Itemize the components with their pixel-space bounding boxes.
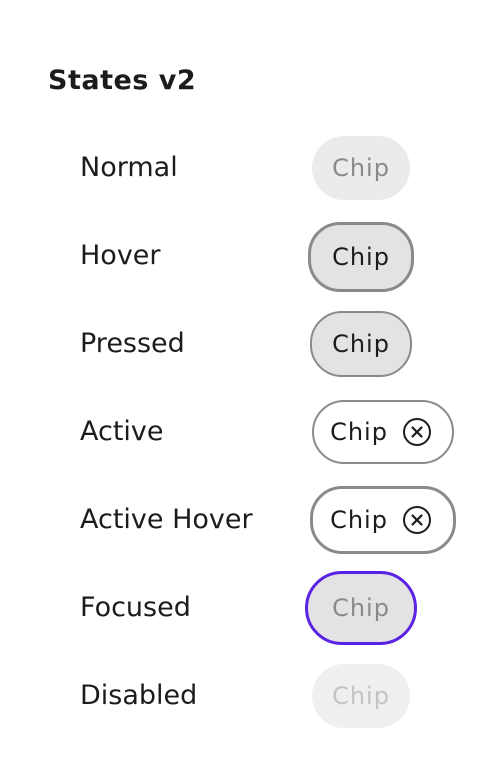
chip-label: Chip	[330, 418, 388, 446]
state-row-active: Active Chip	[0, 399, 502, 465]
state-label: Active	[80, 416, 164, 447]
chip-label: Chip	[332, 330, 390, 358]
state-label: Normal	[80, 152, 178, 183]
state-label: Active Hover	[80, 504, 253, 535]
chip-disabled: Chip	[312, 664, 410, 728]
chip-label: Chip	[332, 243, 390, 271]
close-circle-icon[interactable]	[402, 505, 432, 535]
chip-label: Chip	[332, 154, 390, 182]
chip-focused[interactable]: Chip	[305, 571, 417, 645]
close-circle-icon[interactable]	[402, 417, 432, 447]
state-label: Pressed	[80, 328, 185, 359]
state-row-normal: Normal Chip	[0, 135, 502, 201]
chip-normal[interactable]: Chip	[312, 136, 410, 200]
state-row-disabled: Disabled Chip	[0, 663, 502, 729]
state-label: Disabled	[80, 680, 198, 711]
state-row-active-hover: Active Hover Chip	[0, 486, 502, 554]
state-label: Hover	[80, 240, 161, 271]
state-row-pressed: Pressed Chip	[0, 311, 502, 377]
chip-hover[interactable]: Chip	[308, 222, 414, 292]
chip-pressed[interactable]: Chip	[310, 311, 412, 377]
chip-label: Chip	[332, 594, 390, 622]
page-title: States v2	[48, 65, 197, 96]
state-row-hover: Hover Chip	[0, 222, 502, 292]
state-row-focused: Focused Chip	[0, 571, 502, 645]
chip-active[interactable]: Chip	[312, 400, 454, 464]
chip-label: Chip	[332, 682, 390, 710]
state-label: Focused	[80, 592, 191, 623]
chip-label: Chip	[330, 506, 388, 534]
chip-active-hover[interactable]: Chip	[310, 486, 456, 554]
